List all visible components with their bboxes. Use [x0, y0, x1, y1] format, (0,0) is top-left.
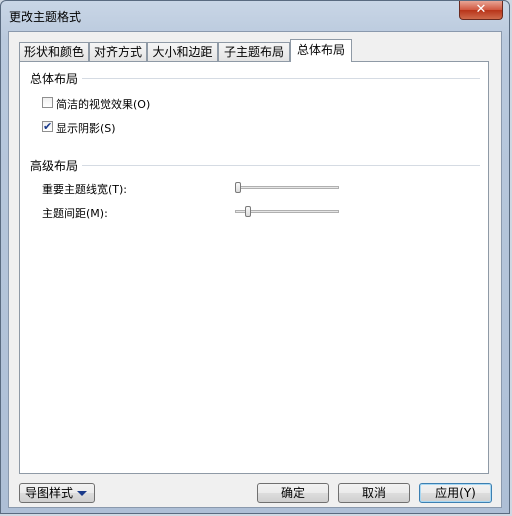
line-width-slider-track[interactable]: [235, 186, 339, 189]
map-style-dropdown[interactable]: 导图样式: [19, 483, 95, 503]
tab-size-margin[interactable]: 大小和边距: [147, 42, 218, 61]
advanced-layout-heading: 高级布局: [30, 159, 79, 173]
show-shadow-checkbox[interactable]: ✔: [42, 121, 53, 132]
map-style-label: 导图样式: [25, 486, 74, 500]
tab-alignment[interactable]: 对齐方式: [89, 42, 147, 61]
clean-visual-label: 简洁的视觉效果(O): [56, 98, 151, 111]
title-bar[interactable]: 更改主题格式 ✕: [1, 1, 509, 31]
tab-general-layout[interactable]: 总体布局: [290, 39, 352, 62]
ok-button[interactable]: 确定: [257, 483, 329, 503]
general-layout-panel: 总体布局 简洁的视觉效果(O) ✔ 显示阴影(S) 高级布局 重要主题线宽(T)…: [19, 61, 489, 474]
general-layout-heading: 总体布局: [30, 72, 79, 86]
apply-button[interactable]: 应用(Y): [419, 483, 492, 503]
line-width-label: 重要主题线宽(T):: [42, 183, 128, 196]
close-icon: ✕: [475, 2, 487, 17]
clean-visual-checkbox[interactable]: [42, 97, 53, 108]
topic-spacing-label: 主题间距(M):: [42, 207, 108, 220]
dialog-title: 更改主题格式: [9, 10, 82, 24]
tab-shape-color[interactable]: 形状和颜色: [19, 42, 89, 61]
tab-subtopic-layout[interactable]: 子主题布局: [218, 42, 290, 61]
advanced-layout-divider: [82, 165, 480, 166]
cancel-button[interactable]: 取消: [338, 483, 410, 503]
general-layout-divider: [82, 78, 480, 79]
chevron-down-icon: [77, 491, 87, 496]
show-shadow-label: 显示阴影(S): [56, 122, 116, 135]
dialog-window: 更改主题格式 ✕ 形状和颜色 对齐方式 大小和边距 子主题布局 总体布局 总体布…: [0, 0, 510, 514]
close-button[interactable]: ✕: [459, 1, 503, 20]
line-width-slider-thumb[interactable]: [235, 182, 241, 193]
checkmark-icon: ✔: [43, 120, 53, 133]
dialog-client-area: 形状和颜色 对齐方式 大小和边距 子主题布局 总体布局 总体布局 简洁的视觉效果…: [8, 31, 502, 508]
topic-spacing-slider-thumb[interactable]: [244, 206, 251, 217]
